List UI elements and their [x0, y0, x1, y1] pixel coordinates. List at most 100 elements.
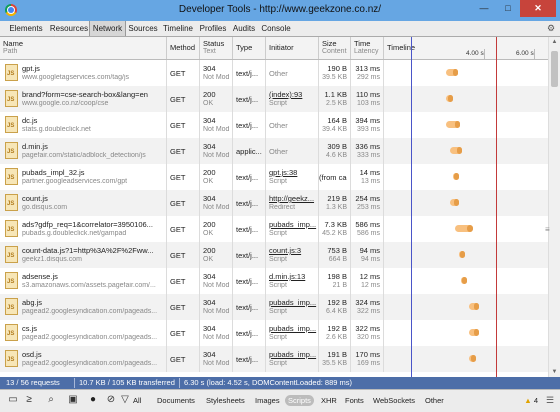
tab-timeline[interactable]: Timeline [160, 21, 196, 36]
name-cell[interactable]: JS osd.js pagead2.googlesyndication.com/… [0, 346, 167, 372]
timing-bar[interactable] [452, 173, 459, 180]
column-time[interactable]: Time Latency [351, 37, 384, 59]
filter-other[interactable]: Other [425, 396, 444, 405]
filter-scripts[interactable]: Scripts [285, 395, 314, 406]
initiator-cell[interactable]: pubads_imp... Script [266, 294, 319, 320]
table-row[interactable]: JS ads?gdfp_req=1&correlator=3950106... … [0, 216, 548, 242]
dock-side-icon[interactable]: ▭ [6, 393, 20, 407]
status-code: 200 [203, 168, 216, 177]
table-row[interactable]: JS dc.js stats.g.doubleclick.net GET 304… [0, 112, 548, 138]
initiator-link[interactable]: (index):93 [269, 90, 318, 99]
tab-resources[interactable]: Resources [48, 21, 90, 36]
settings-gear-icon[interactable]: ⚙ [546, 23, 556, 33]
timing-bar[interactable] [458, 251, 465, 258]
name-cell[interactable]: JS pubads_impl_32.js partner.googleadser… [0, 164, 167, 190]
table-row[interactable]: JS count.js go.disqus.com GET 304 Not Mo… [0, 190, 548, 216]
table-row[interactable]: JS d.min.js pagefair.com/static/adblock_… [0, 138, 548, 164]
scrollbar-thumb[interactable] [551, 51, 558, 87]
initiator-cell[interactable]: (index):93 Script [266, 86, 319, 112]
filter-icon[interactable]: ▽ [118, 393, 132, 407]
name-cell[interactable]: JS abg.js pagead2.googlesyndication.com/… [0, 294, 167, 320]
name-cell[interactable]: JS dc.js stats.g.doubleclick.net [0, 112, 167, 138]
tab-audits[interactable]: Audits [230, 21, 258, 36]
tab-console[interactable]: Console [259, 21, 293, 36]
column-name[interactable]: Name Path [0, 37, 167, 59]
name-cell[interactable]: JS cs.js pagead2.googlesyndication.com/p… [0, 320, 167, 346]
timing-bar[interactable] [450, 199, 459, 206]
timing-bar[interactable] [469, 329, 480, 336]
tab-network[interactable]: Network [89, 21, 126, 36]
inspect-element-icon[interactable]: ▣ [66, 393, 80, 407]
search-icon[interactable]: ⌕ [44, 393, 58, 407]
initiator-link[interactable]: pubads_imp... [269, 298, 318, 307]
timing-bar[interactable] [446, 121, 460, 128]
scroll-up-arrow-icon[interactable]: ▲ [549, 37, 560, 47]
filter-all[interactable]: All [133, 396, 141, 405]
filter-websockets[interactable]: WebSockets [373, 396, 415, 405]
initiator-cell[interactable]: d.min.js:13 Script [266, 268, 319, 294]
minimize-button[interactable]: — [472, 0, 496, 17]
name-cell[interactable]: JS count-data.js?1=http%3A%2F%2Fww... ge… [0, 242, 167, 268]
scroll-down-arrow-icon[interactable]: ▼ [549, 367, 560, 377]
name-cell[interactable]: JS gpt.js www.googletagservices.com/tag/… [0, 60, 167, 86]
column-text-label: Text [203, 48, 216, 55]
clear-icon[interactable]: ⊘ [104, 393, 118, 407]
timing-bar[interactable] [460, 277, 467, 284]
initiator-link[interactable]: count.js:3 [269, 246, 318, 255]
maximize-button[interactable]: □ [496, 0, 520, 17]
record-icon[interactable]: ● [86, 393, 100, 407]
table-row[interactable]: JS cs.js pagead2.googlesyndication.com/p… [0, 320, 548, 346]
table-row[interactable]: JS abg.js pagead2.googlesyndication.com/… [0, 294, 548, 320]
initiator-cell[interactable]: http://geekz... Redirect [266, 190, 319, 216]
warnings-counter[interactable]: ▲ 4 [524, 396, 538, 405]
initiator-link[interactable]: pubads_imp... [269, 350, 318, 359]
column-status[interactable]: Status Text [200, 37, 233, 59]
filter-documents[interactable]: Documents [157, 396, 195, 405]
column-method[interactable]: Method [167, 37, 200, 59]
initiator-cell[interactable]: pubads_imp... Script [266, 216, 319, 242]
name-cell[interactable]: JS adsense.js s3.amazonaws.com/assets.pa… [0, 268, 167, 294]
filter-fonts[interactable]: Fonts [345, 396, 364, 405]
initiator-link[interactable]: pubads_imp... [269, 324, 318, 333]
request-method: GET [170, 329, 186, 338]
filter-xhr[interactable]: XHR [321, 396, 337, 405]
vertical-scrollbar[interactable]: ▲ ▼ [548, 37, 560, 377]
timing-bar[interactable] [446, 95, 453, 102]
initiator-link[interactable]: d.min.js:13 [269, 272, 318, 281]
name-cell[interactable]: JS d.min.js pagefair.com/static/adblock_… [0, 138, 167, 164]
column-type[interactable]: Type [233, 37, 266, 59]
name-cell[interactable]: JS count.js go.disqus.com [0, 190, 167, 216]
tab-sources[interactable]: Sources [127, 21, 159, 36]
timing-bar[interactable] [450, 147, 463, 154]
tab-profiles[interactable]: Profiles [197, 21, 229, 36]
show-console-icon[interactable]: ≥ [22, 393, 36, 407]
initiator-cell[interactable]: pubads_imp... Script [266, 320, 319, 346]
timing-bar[interactable] [469, 355, 476, 362]
filter-stylesheets[interactable]: Stylesheets [206, 396, 245, 405]
resize-grip-icon[interactable]: ≡ [545, 225, 550, 234]
table-row[interactable]: JS osd.js pagead2.googlesyndication.com/… [0, 346, 548, 372]
filter-images[interactable]: Images [255, 396, 280, 405]
initiator-link[interactable]: http://geekz... [269, 194, 318, 203]
table-row[interactable]: JS gpt.js www.googletagservices.com/tag/… [0, 60, 548, 86]
name-cell[interactable]: JS brand?form=cse-search-box&lang=en www… [0, 86, 167, 112]
initiator-cell[interactable]: gpt.js:38 Script [266, 164, 319, 190]
table-row[interactable]: JS brand?form=cse-search-box&lang=en www… [0, 86, 548, 112]
timing-bar[interactable] [469, 303, 480, 310]
status-cell: 200 OK [200, 242, 233, 268]
table-row[interactable]: JS pubads_impl_32.js partner.googleadser… [0, 164, 548, 190]
initiator-cell[interactable]: count.js:3 Script [266, 242, 319, 268]
table-row[interactable]: JS adsense.js s3.amazonaws.com/assets.pa… [0, 268, 548, 294]
initiator-link[interactable]: pubads_imp... [269, 220, 318, 229]
name-cell[interactable]: JS ads?gdfp_req=1&correlator=3950106... … [0, 216, 167, 242]
column-size[interactable]: Size Content [319, 37, 351, 59]
timing-bar[interactable] [446, 69, 458, 76]
initiator-cell[interactable]: pubads_imp... Script [266, 346, 319, 372]
panel-menu-icon[interactable]: ☰ [546, 395, 556, 405]
tab-elements[interactable]: Elements [4, 21, 48, 36]
initiator-link[interactable]: gpt.js:38 [269, 168, 318, 177]
timing-bar[interactable] [454, 225, 474, 232]
table-row[interactable]: JS count-data.js?1=http%3A%2F%2Fww... ge… [0, 242, 548, 268]
close-button[interactable]: ✕ [520, 0, 556, 17]
column-initiator[interactable]: Initiator [266, 37, 319, 59]
